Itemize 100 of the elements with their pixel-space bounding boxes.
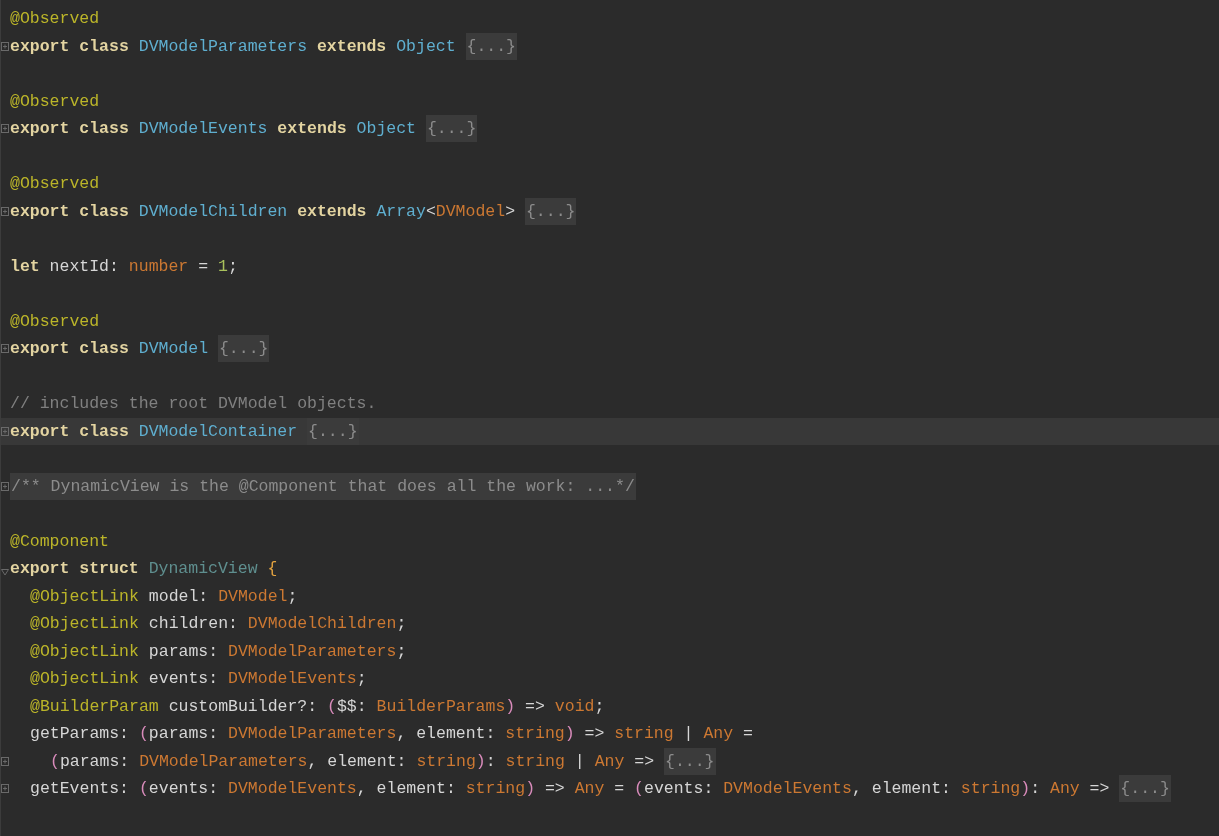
code-token: { [267,559,278,579]
code-token: ; [396,614,407,634]
code-token: string [505,751,565,771]
folded-code[interactable]: {...} [217,335,270,363]
code-token: ) [525,779,536,799]
code-token: extends [315,36,388,56]
code-token: ) [505,696,516,716]
code-token: events: [148,779,220,799]
code-token: number [128,256,189,276]
code-token: DVModelParameters [138,36,308,56]
code-token: @ObjectLink [30,586,139,606]
code-token: let [10,256,41,276]
code-token: DVModelContainer [138,421,299,441]
code-token: => [583,724,606,744]
code-token: Array [376,201,426,221]
fold-plus-icon[interactable] [1,784,9,793]
code-token: export class [10,36,130,56]
code-token: @Observed [10,91,100,111]
code-token: ; [594,696,605,716]
code-token: ; [356,669,367,689]
folded-comment[interactable]: /** DynamicView is the @Component that does all the work: ...*/ [10,472,636,500]
code-token: => [524,696,546,716]
code-token: string [614,724,674,744]
code-token: ( [634,779,644,799]
fold-triangle-icon[interactable] [1,569,9,578]
code-token: 1 [217,256,228,276]
code-token: export class [10,201,130,221]
code-token: ) [475,751,486,771]
fold-plus-icon[interactable] [1,344,9,353]
fold-plus-icon[interactable] [1,426,9,436]
code-token: , element: [356,779,457,799]
code-token: => [633,751,656,771]
code-token: , element: [396,724,497,744]
code-token: Object [396,36,457,56]
code-token: Any [1050,779,1080,799]
code-token: params: [147,641,220,661]
code-token: ) [564,724,575,744]
code-token: DVModel [435,201,506,221]
code-token: DVModel [138,339,210,359]
code-token: export class [10,119,130,139]
code-token: Object [356,119,417,139]
code-token: getEvents: [30,779,131,799]
code-token: DVModelEvents [138,119,268,139]
code-token: @ObjectLink [30,614,139,634]
code-token: ( [327,696,337,716]
folded-code[interactable]: {...} [524,197,577,225]
code-token: @Observed [10,174,100,194]
code-token: = [197,256,210,276]
code-token: export struct [10,559,140,579]
fold-plus-icon[interactable] [1,124,9,133]
code-token: ; [227,256,238,276]
code-token: @ObjectLink [30,669,139,689]
folded-code[interactable]: {...} [465,32,517,60]
code-token: ( [50,751,60,771]
code-token: DVModelParameters [228,724,397,744]
fold-plus-icon[interactable] [1,756,9,766]
code-token: string [465,779,526,799]
code-token: Any [594,751,625,771]
folded-code[interactable]: {...} [425,115,478,143]
code-token: DVModelEvents [723,779,852,799]
fold-plus-icon[interactable] [1,481,9,491]
code-token: nextId: [49,256,120,276]
code-token: extends [296,201,368,221]
code-token: export class [10,421,130,441]
code-token: Any [703,724,734,744]
code-token: @Component [10,531,110,551]
fold-plus-icon[interactable] [1,41,9,51]
code-token: @BuilderParam [30,696,159,716]
code-token: string [960,779,1021,799]
code-token: @Observed [10,9,100,29]
code-token: params: [148,724,220,744]
folded-code[interactable]: {...} [1119,775,1171,803]
code-token: DVModelParameters [228,641,397,661]
code-token: DVModelParameters [139,751,308,771]
code-token: children: [147,614,239,634]
code-token: $$: [336,696,368,716]
code-token: | [682,724,695,744]
code-token: > [505,201,517,221]
code-token: @ObjectLink [30,641,139,661]
code-token: ; [287,586,298,606]
code-token: getParams: [30,724,131,744]
code-token: BuilderParams [376,696,506,716]
fold-plus-icon[interactable] [1,206,9,216]
code-token: events: [644,779,715,799]
code-token: string [416,751,476,771]
code-token: ( [138,779,149,799]
code-token: ) [1020,779,1031,799]
code-token: extends [276,119,348,139]
code-token: DVModelEvents [228,779,357,799]
code-token: string [505,724,565,744]
code-token: void [554,696,595,716]
code-token: ( [138,724,149,744]
code-token: , element: [307,751,408,771]
code-token: DVModelChildren [138,201,288,221]
code-token: : [485,751,497,771]
folded-code[interactable]: {...} [664,747,716,775]
code-token: : [1030,779,1042,799]
code-token: , element: [851,779,952,799]
code-token: DVModel [218,586,288,606]
code-token: // includes the root DVModel objects. [10,394,377,414]
